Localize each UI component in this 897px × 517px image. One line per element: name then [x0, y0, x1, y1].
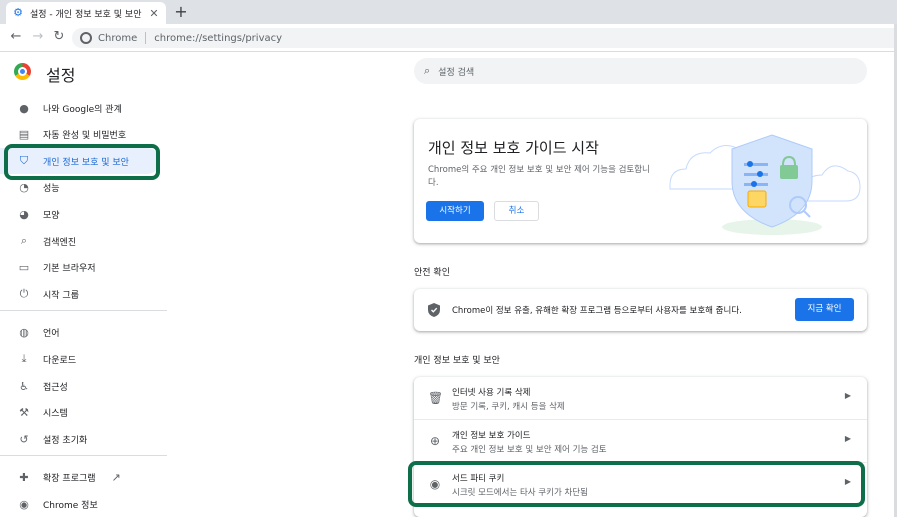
sidebar-item-system[interactable]: ⚒ 시스템 — [0, 399, 160, 425]
row-label: 개인 정보 보호 가이드 — [452, 431, 531, 441]
puzzle-icon: ✚ — [19, 470, 29, 484]
search-input[interactable]: ⌕ 설정 검색 — [414, 58, 867, 84]
close-icon[interactable]: ✕ — [148, 7, 160, 20]
new-tab-button[interactable]: + — [172, 3, 190, 21]
sidebar-item-label: Chrome 정보 — [43, 500, 98, 511]
cancel-guide-button[interactable]: 취소 — [494, 201, 539, 221]
address-bar[interactable]: Chrome chrome://settings/privacy — [72, 28, 897, 48]
tab-strip: ⚙ 설정 - 개인 정보 보호 및 보안 ✕ + — [0, 0, 897, 24]
chevron-right-icon: ▶ — [844, 477, 851, 486]
url-separator — [145, 32, 147, 44]
sidebar-item-performance[interactable]: ◔ 성능 — [0, 174, 160, 200]
check-now-button[interactable]: 지금 확인 — [795, 298, 854, 321]
trash-icon: 🗑 — [428, 391, 444, 405]
sidebar-item-label: 모양 — [43, 210, 60, 221]
search-placeholder: 설정 검색 — [438, 67, 475, 78]
sidebar-item-appearance[interactable]: ◕ 모양 — [0, 201, 160, 227]
row-third-party-cookies[interactable]: ◉ 서드 파티 쿠키 시크릿 모드에서는 타사 쿠키가 차단됨 ▶ — [414, 463, 867, 505]
globe-icon: ◍ — [19, 325, 29, 339]
guide-title: 개인 정보 보호 가이드 시작 — [428, 139, 599, 157]
sidebar-item-about-chrome[interactable]: ◉ Chrome 정보 — [0, 491, 160, 517]
wrench-icon: ⚒ — [19, 405, 29, 419]
safety-description: Chrome이 정보 유출, 유해한 확장 프로그램 등으로부터 사용자를 보호… — [452, 306, 742, 316]
power-icon: ⏻ — [19, 287, 29, 300]
sidebar-item-label: 검색엔진 — [43, 237, 77, 248]
row-sublabel: 방문 기록, 쿠키, 캐시 등을 삭제 — [452, 402, 565, 412]
shield-icon: ⛉ — [19, 154, 29, 167]
sidebar-divider — [0, 455, 167, 456]
url-chip: Chrome — [98, 32, 138, 44]
safety-check-card: Chrome이 정보 유출, 유해한 확장 프로그램 등으로부터 사용자를 보호… — [414, 289, 867, 331]
download-icon: ⤓ — [21, 352, 27, 365]
back-arrow-icon[interactable]: ← — [8, 29, 24, 45]
privacy-settings-card: 🗑 인터넷 사용 기록 삭제 방문 기록, 쿠키, 캐시 등을 삭제 ▶ ⊕ 개… — [414, 377, 867, 517]
privacy-guide-illustration — [669, 134, 861, 235]
sidebar-item-label: 다운로드 — [43, 355, 77, 366]
speedometer-icon: ◔ — [19, 180, 29, 194]
row-sublabel: 주요 개인 정보 보호 및 보안 제어 기능 검토 — [452, 445, 607, 455]
sidebar-item-extensions[interactable]: ✚ 확장 프로그램 ↗ — [0, 464, 160, 490]
page-title: 설정 — [46, 66, 76, 85]
external-link-icon: ↗ — [111, 470, 121, 484]
sidebar-item-label: 언어 — [43, 328, 60, 339]
clipboard-icon: ▤ — [18, 127, 30, 141]
row-sublabel: 시크릿 모드에서는 타사 쿠키가 차단됨 — [452, 488, 588, 498]
reload-icon[interactable]: ↻ — [51, 29, 67, 45]
accessibility-icon: ♿ — [19, 379, 29, 393]
palette-icon: ◕ — [19, 207, 29, 221]
person-icon: ● — [19, 101, 29, 115]
browser-icon: ▭ — [18, 260, 30, 274]
settings-header: 설정 ⌕ 설정 검색 — [0, 53, 897, 89]
privacy-section-title: 개인 정보 보호 및 보안 — [414, 356, 500, 366]
sidebar-item-downloads[interactable]: ⤓ 다운로드 — [0, 346, 160, 372]
sidebar-item-reset[interactable]: ↺ 설정 초기화 — [0, 426, 160, 452]
sidebar-item-privacy[interactable]: ⛉ 개인 정보 보호 및 보안 — [0, 148, 160, 174]
chrome-site-icon — [80, 32, 92, 44]
sidebar-item-label: 기본 브라우저 — [43, 263, 96, 274]
sidebar-item-on-startup[interactable]: ⏻ 시작 그룹 — [0, 281, 160, 307]
chevron-right-icon: ▶ — [844, 434, 851, 443]
sidebar-item-languages[interactable]: ◍ 언어 — [0, 319, 160, 345]
tab-title: 설정 - 개인 정보 보호 및 보안 — [30, 9, 142, 20]
row-privacy-guide[interactable]: ⊕ 개인 정보 보호 가이드 주요 개인 정보 보호 및 보안 제어 기능 검토… — [414, 420, 867, 462]
cookie-icon: ◉ — [429, 477, 441, 491]
sidebar-item-label: 개인 정보 보호 및 보안 — [43, 157, 129, 168]
chrome-icon: ◉ — [19, 497, 29, 511]
sidebar-item-label: 시작 그룹 — [43, 290, 79, 301]
sidebar-item-autofill[interactable]: ▤ 자동 완성 및 비밀번호 — [0, 121, 160, 147]
guide-description: Chrome의 주요 개인 정보 보호 및 보안 제어 기능을 검토합니다. — [428, 165, 650, 188]
chrome-logo-icon — [14, 63, 31, 80]
history-icon: ↺ — [19, 432, 29, 446]
sidebar-item-accessibility[interactable]: ♿ 접근성 — [0, 373, 160, 399]
shield-check-icon — [428, 303, 440, 317]
safety-section-title: 안전 확인 — [414, 268, 450, 278]
sidebar-item-default-browser[interactable]: ▭ 기본 브라우저 — [0, 254, 160, 280]
sidebar-item-label: 접근성 — [43, 382, 68, 393]
row-label: 서드 파티 쿠키 — [452, 474, 505, 484]
sidebar-item-label: 성능 — [43, 183, 60, 194]
sidebar-item-label: 시스템 — [43, 408, 68, 419]
row-label: 인터넷 사용 기록 삭제 — [452, 388, 531, 398]
sidebar-item-you-and-google[interactable]: ● 나와 Google의 관계 — [0, 95, 160, 121]
search-icon: ⌕ — [20, 234, 28, 247]
sidebar-item-label: 확장 프로그램 — [43, 473, 96, 484]
sidebar-divider — [0, 310, 167, 311]
compass-icon: ⊕ — [429, 434, 441, 448]
search-icon: ⌕ — [424, 64, 431, 77]
sidebar-item-search-engine[interactable]: ⌕ 검색엔진 — [0, 228, 160, 254]
sidebar-item-label: 설정 초기화 — [43, 435, 88, 446]
sidebar-item-label: 자동 완성 및 비밀번호 — [43, 130, 127, 141]
tab-settings[interactable]: ⚙ 설정 - 개인 정보 보호 및 보안 ✕ — [6, 2, 166, 24]
chevron-right-icon: ▶ — [844, 391, 851, 400]
privacy-guide-card: 개인 정보 보호 가이드 시작 Chrome의 주요 개인 정보 보호 및 보안… — [414, 119, 867, 243]
browser-toolbar: ← → ↻ Chrome chrome://settings/privacy — [0, 24, 897, 52]
gear-icon: ⚙ — [13, 6, 23, 19]
forward-arrow-icon[interactable]: → — [30, 29, 46, 45]
url-text: chrome://settings/privacy — [154, 32, 283, 44]
sidebar-item-label: 나와 Google의 관계 — [43, 104, 122, 115]
row-clear-browsing-data[interactable]: 🗑 인터넷 사용 기록 삭제 방문 기록, 쿠키, 캐시 등을 삭제 ▶ — [414, 377, 867, 419]
start-guide-button[interactable]: 시작하기 — [426, 201, 484, 221]
